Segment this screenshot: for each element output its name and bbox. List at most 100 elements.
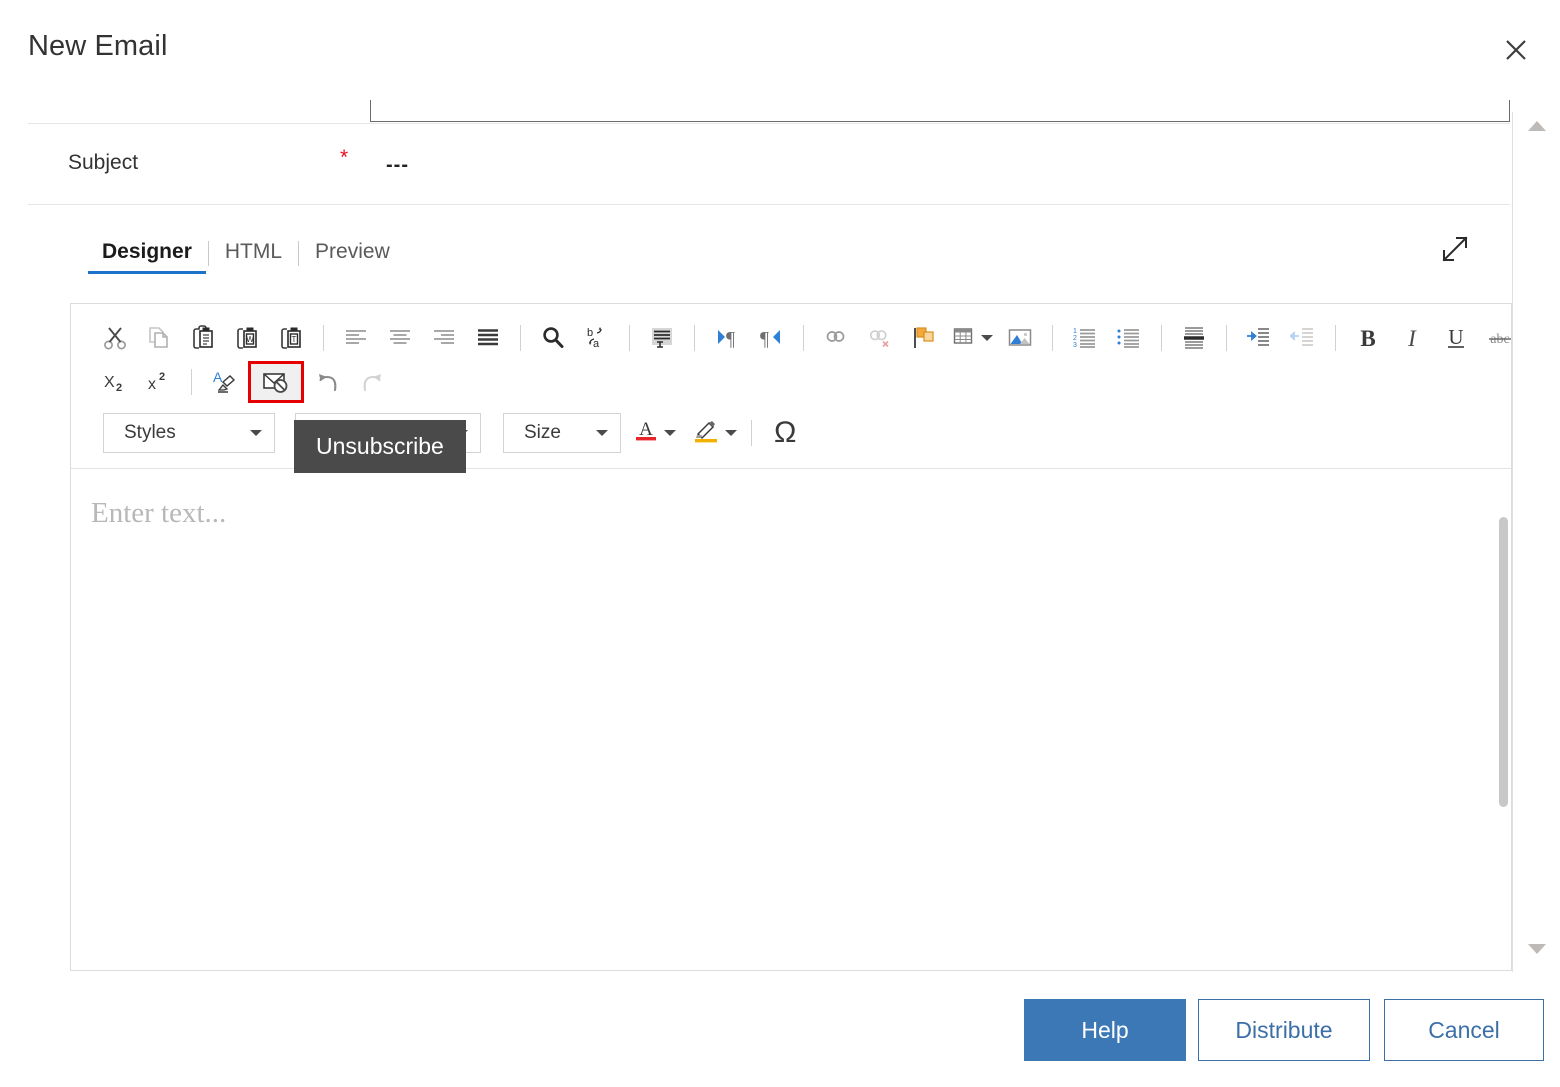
svg-text:1: 1 — [1073, 328, 1077, 335]
expand-diagonal-icon — [1438, 236, 1472, 270]
close-button[interactable] — [1494, 28, 1538, 72]
find-button[interactable] — [531, 318, 575, 358]
bulleted-list-icon — [1116, 325, 1142, 351]
clear-formatting-button[interactable]: A — [202, 362, 246, 402]
unsubscribe-icon — [262, 370, 290, 394]
copy-button[interactable] — [137, 318, 181, 358]
select-all-icon — [649, 325, 675, 351]
align-right-icon — [431, 325, 457, 351]
toolbar-separator — [1052, 325, 1053, 351]
rtl-button[interactable]: ¶ — [749, 318, 793, 358]
indent-icon — [1246, 325, 1272, 351]
svg-text:¶: ¶ — [760, 328, 769, 350]
ltr-icon: ¶ — [714, 325, 740, 351]
undo-icon — [314, 368, 342, 396]
size-dropdown-label: Size — [524, 422, 561, 443]
chevron-down-icon — [725, 430, 737, 436]
undo-button[interactable] — [306, 362, 350, 402]
align-center-button[interactable] — [378, 318, 422, 358]
font-color-button[interactable]: A — [629, 416, 680, 451]
toolbar-separator — [751, 420, 752, 446]
bold-icon: B — [1355, 325, 1381, 351]
underline-button[interactable]: U — [1434, 318, 1478, 358]
toolbar-separator — [803, 325, 804, 351]
replace-button[interactable]: b a — [575, 318, 619, 358]
expand-editor-button[interactable] — [1438, 232, 1472, 266]
editor-scrollbar-thumb[interactable] — [1499, 517, 1508, 807]
horizontal-rule-button[interactable] — [1172, 318, 1216, 358]
font-color-icon: A — [633, 416, 659, 451]
toolbar-separator — [694, 325, 695, 351]
close-icon — [1503, 37, 1529, 63]
toolbar-separator — [1226, 325, 1227, 351]
italic-icon: I — [1399, 325, 1425, 351]
indent-button[interactable] — [1237, 318, 1281, 358]
page-scrollbar[interactable] — [1512, 112, 1560, 972]
toolbar-separator — [191, 369, 192, 395]
bulleted-list-button[interactable] — [1107, 318, 1151, 358]
insert-anchor-button[interactable] — [902, 318, 946, 358]
toolbar-row-2: X 2 x 2 A — [93, 360, 1497, 404]
tab-preview[interactable]: Preview — [299, 238, 406, 274]
rtl-icon: ¶ — [758, 325, 784, 351]
svg-text:2: 2 — [159, 371, 165, 383]
help-button[interactable]: Help — [1024, 999, 1186, 1061]
ltr-button[interactable]: ¶ — [705, 318, 749, 358]
paste-icon — [190, 325, 216, 351]
paste-as-text-button[interactable]: T — [269, 318, 313, 358]
superscript-button[interactable]: x 2 — [137, 362, 181, 402]
chevron-down-icon — [664, 430, 676, 436]
insert-symbol-button[interactable]: Ω — [774, 418, 796, 448]
insert-link-button[interactable] — [814, 318, 858, 358]
svg-text:A: A — [639, 419, 653, 440]
align-right-button[interactable] — [422, 318, 466, 358]
image-icon — [1007, 325, 1033, 351]
insert-image-button[interactable] — [998, 318, 1042, 358]
italic-button[interactable]: I — [1390, 318, 1434, 358]
styles-dropdown[interactable]: Styles — [103, 413, 275, 453]
subscript-icon: X 2 — [101, 369, 129, 395]
toolbar-separator — [520, 325, 521, 351]
tab-designer[interactable]: Designer — [86, 238, 208, 274]
horizontal-rule-icon — [1181, 325, 1207, 351]
paste-from-word-button[interactable]: W — [225, 318, 269, 358]
align-left-button[interactable] — [334, 318, 378, 358]
numbered-list-button[interactable]: 1 2 3 — [1063, 318, 1107, 358]
svg-text:A: A — [213, 369, 223, 385]
redo-button[interactable] — [350, 362, 394, 402]
cancel-button[interactable]: Cancel — [1384, 999, 1544, 1061]
cut-button[interactable] — [93, 318, 137, 358]
svg-text:I: I — [1407, 326, 1417, 351]
find-icon — [540, 325, 566, 351]
unsubscribe-button[interactable] — [248, 361, 304, 403]
subject-value[interactable]: --- — [386, 154, 409, 177]
scroll-down-arrow-icon[interactable] — [1527, 944, 1546, 954]
previous-field-input[interactable] — [370, 100, 1510, 122]
table-caret-icon — [980, 335, 993, 341]
insert-table-button[interactable] — [946, 318, 998, 358]
align-justify-button[interactable] — [466, 318, 510, 358]
subject-row: Subject * --- — [28, 124, 1510, 204]
tab-html[interactable]: HTML — [209, 238, 298, 274]
numbered-list-icon: 1 2 3 — [1072, 325, 1098, 351]
rich-text-editor: W T b a ¶ ¶ 1 2 3 B I U abc X 2 x 2 A St… — [70, 303, 1512, 971]
size-dropdown[interactable]: Size — [503, 413, 621, 453]
bold-button[interactable]: B — [1346, 318, 1390, 358]
link-icon — [823, 325, 849, 351]
text-highlight-button[interactable] — [688, 416, 741, 451]
editor-scrollbar[interactable] — [1497, 517, 1511, 967]
remove-link-button[interactable] — [858, 318, 902, 358]
outdent-button[interactable] — [1281, 318, 1325, 358]
toolbar-separator — [1335, 325, 1336, 351]
subscript-button[interactable]: X 2 — [93, 362, 137, 402]
scroll-up-arrow-icon[interactable] — [1527, 121, 1546, 131]
align-justify-icon — [475, 325, 501, 351]
svg-text:a: a — [593, 338, 600, 350]
paste-button[interactable] — [181, 318, 225, 358]
editor-content-area[interactable]: Enter text... — [71, 477, 1511, 970]
select-all-button[interactable] — [640, 318, 684, 358]
styles-dropdown-label: Styles — [124, 422, 176, 443]
toolbar-row-1: W T b a ¶ ¶ 1 2 3 B I U abc — [93, 316, 1511, 360]
distribute-button[interactable]: Distribute — [1198, 999, 1370, 1061]
page-title: New Email — [28, 30, 168, 62]
